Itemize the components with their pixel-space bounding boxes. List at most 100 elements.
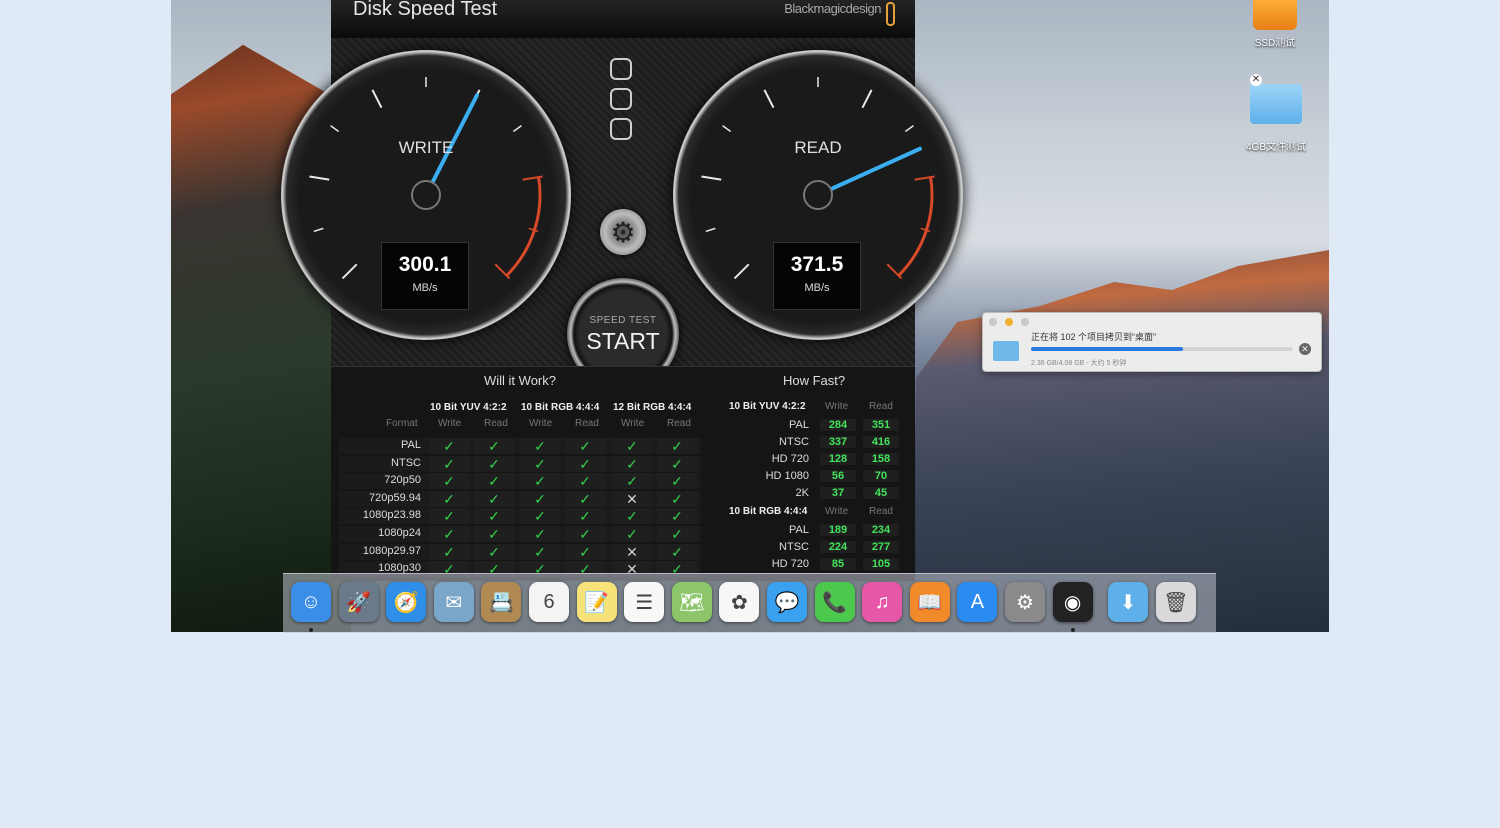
mail-icon[interactable]: ✉ [433, 582, 474, 622]
write-unit: MB/s [412, 282, 438, 294]
format-label: HD 720 [771, 453, 809, 465]
read-gauge-label: READ [794, 138, 842, 157]
settings-gear-icon[interactable]: ⚙ [600, 209, 646, 255]
drive-select-icon[interactable] [610, 58, 632, 80]
checkmark-icon: ✓ [474, 490, 514, 507]
format-column-header: Format [386, 418, 418, 429]
copy-status-text: 正在将 102 个项目拷贝到“桌面” [1031, 332, 1157, 342]
read-unit: MB/s [804, 282, 830, 294]
checkmark-icon: ✓ [474, 438, 514, 454]
folder-icon [1250, 84, 1302, 124]
title-bar[interactable]: Disk Speed Test Blackmagicdesign [331, 0, 915, 38]
checkmark-icon: ✓ [429, 490, 469, 507]
maps-icon[interactable]: 🗺 [671, 582, 712, 622]
checkmark-icon: ✓ [474, 508, 514, 525]
checkmark-icon: ✓ [612, 473, 652, 490]
downloads-folder-icon[interactable]: ⬇ [1108, 582, 1149, 622]
disk-speed-test-icon[interactable]: ◉ [1052, 582, 1093, 622]
checkmark-icon: ✓ [429, 526, 469, 542]
write-gauge: WRITE 300.1 MB/s [281, 50, 571, 340]
how-fast-title: How Fast? [783, 373, 846, 388]
format-group-header: 10 Bit YUV 4:2:2 [430, 402, 507, 413]
gauge-tick [341, 263, 358, 280]
write-fps-value: 37 [820, 487, 856, 499]
checkmark-icon: ✓ [520, 526, 560, 542]
desktop-item-label: SSD测试 [1254, 38, 1296, 49]
minimize-window-button[interactable] [1005, 318, 1013, 326]
itunes-icon[interactable]: ♫ [862, 582, 903, 622]
column-subheader: Read [667, 418, 691, 429]
format-group-header: 12 Bit RGB 4:4:4 [613, 402, 692, 413]
notes-icon[interactable]: 📝 [576, 582, 617, 622]
checkmark-icon: ✓ [429, 438, 469, 454]
dock: ☺ 🚀 🧭 ✉ 📇 6 📝 ☰ 🗺 ✿ 💬 📞 ♫ 📖 A ⚙ ◉ ⬇ 🗑 [283, 573, 1216, 633]
drive-select-icon[interactable] [610, 88, 632, 110]
gauge-tick [309, 175, 330, 181]
checkmark-icon: ✓ [565, 455, 605, 472]
checkmark-icon: ✓ [565, 490, 605, 507]
close-window-button[interactable] [989, 318, 997, 326]
checkmark-icon: ✓ [657, 490, 697, 507]
reminders-icon[interactable]: ☰ [624, 582, 665, 622]
checkmark-icon: ✓ [612, 438, 652, 454]
column-subheader: Read [575, 418, 599, 429]
app-title: Disk Speed Test [353, 0, 498, 20]
format-label: 720p59.94 [369, 491, 421, 504]
format-label: 1080p23.98 [362, 509, 421, 522]
write-fps-value: 56 [820, 470, 856, 482]
gauge-redline [897, 176, 934, 277]
write-fps-value: 189 [820, 524, 856, 536]
read-fps-value: 416 [863, 436, 899, 448]
checkmark-icon: ✓ [565, 543, 605, 560]
read-column-header: Read [869, 506, 893, 517]
desktop-item-ssd[interactable]: SSD测试 [1247, 0, 1303, 49]
format-label: 2K [795, 487, 809, 499]
facetime-icon[interactable]: 📞 [814, 582, 855, 622]
checkmark-icon: ✓ [657, 508, 697, 525]
ibooks-icon[interactable]: 📖 [909, 582, 950, 622]
meters-panel: WRITE 300.1 MB/s ⚙ SPEED TEST START READ… [281, 38, 963, 390]
safari-icon[interactable]: 🧭 [386, 582, 427, 622]
app-store-icon[interactable]: A [957, 582, 998, 622]
gauge-tick [371, 89, 383, 109]
write-fps-value: 284 [820, 419, 856, 431]
checkmark-icon: ✓ [612, 526, 652, 542]
format-label: NTSC [391, 456, 421, 469]
drive-select-icon[interactable] [610, 118, 632, 140]
gauge-tick [313, 227, 324, 233]
start-button-caption: SPEED TEST [589, 315, 657, 326]
format-label: PAL [789, 524, 809, 536]
read-fps-value: 158 [863, 453, 899, 465]
running-indicator [1070, 628, 1075, 632]
messages-icon[interactable]: 💬 [767, 582, 807, 622]
gauge-hub [411, 180, 441, 210]
checkmark-icon: ✓ [520, 438, 560, 454]
contacts-icon[interactable]: 📇 [481, 582, 522, 622]
format-label: NTSC [779, 436, 809, 448]
checkmark-icon: ✓ [474, 455, 514, 472]
photos-icon[interactable]: ✿ [719, 582, 760, 622]
checkmark-icon: ✓ [657, 526, 697, 542]
launchpad-icon[interactable]: 🚀 [338, 582, 379, 622]
format-group-header: 10 Bit RGB 4:4:4 [521, 402, 600, 413]
desktop-item-4gb-folder[interactable]: ✕ 4GB文件测试 [1236, 74, 1316, 153]
column-subheader: Write [438, 418, 462, 429]
column-subheader: Write [621, 418, 645, 429]
trash-icon[interactable]: 🗑 [1155, 582, 1196, 622]
write-fps-value: 128 [820, 453, 856, 465]
zoom-window-button[interactable] [1021, 318, 1029, 326]
format-label: HD 720 [771, 558, 809, 570]
checkmark-icon: ✓ [565, 526, 605, 542]
finder-icon[interactable]: ☺ [291, 582, 331, 622]
read-fps-value: 45 [863, 487, 899, 499]
checkmark-icon: ✓ [429, 508, 469, 525]
read-fps-value: 277 [863, 541, 899, 553]
calendar-icon[interactable]: 6 [529, 582, 569, 622]
checkmark-icon: ✓ [520, 543, 560, 560]
system-preferences-icon[interactable]: ⚙ [1005, 582, 1045, 622]
cross-icon: ✕ [612, 490, 652, 507]
close-badge-icon[interactable]: ✕ [1250, 74, 1262, 86]
section-header: 10 Bit YUV 4:2:2 [729, 401, 806, 412]
checkmark-icon: ✓ [657, 543, 697, 560]
cancel-copy-icon[interactable]: ✕ [1299, 343, 1311, 355]
